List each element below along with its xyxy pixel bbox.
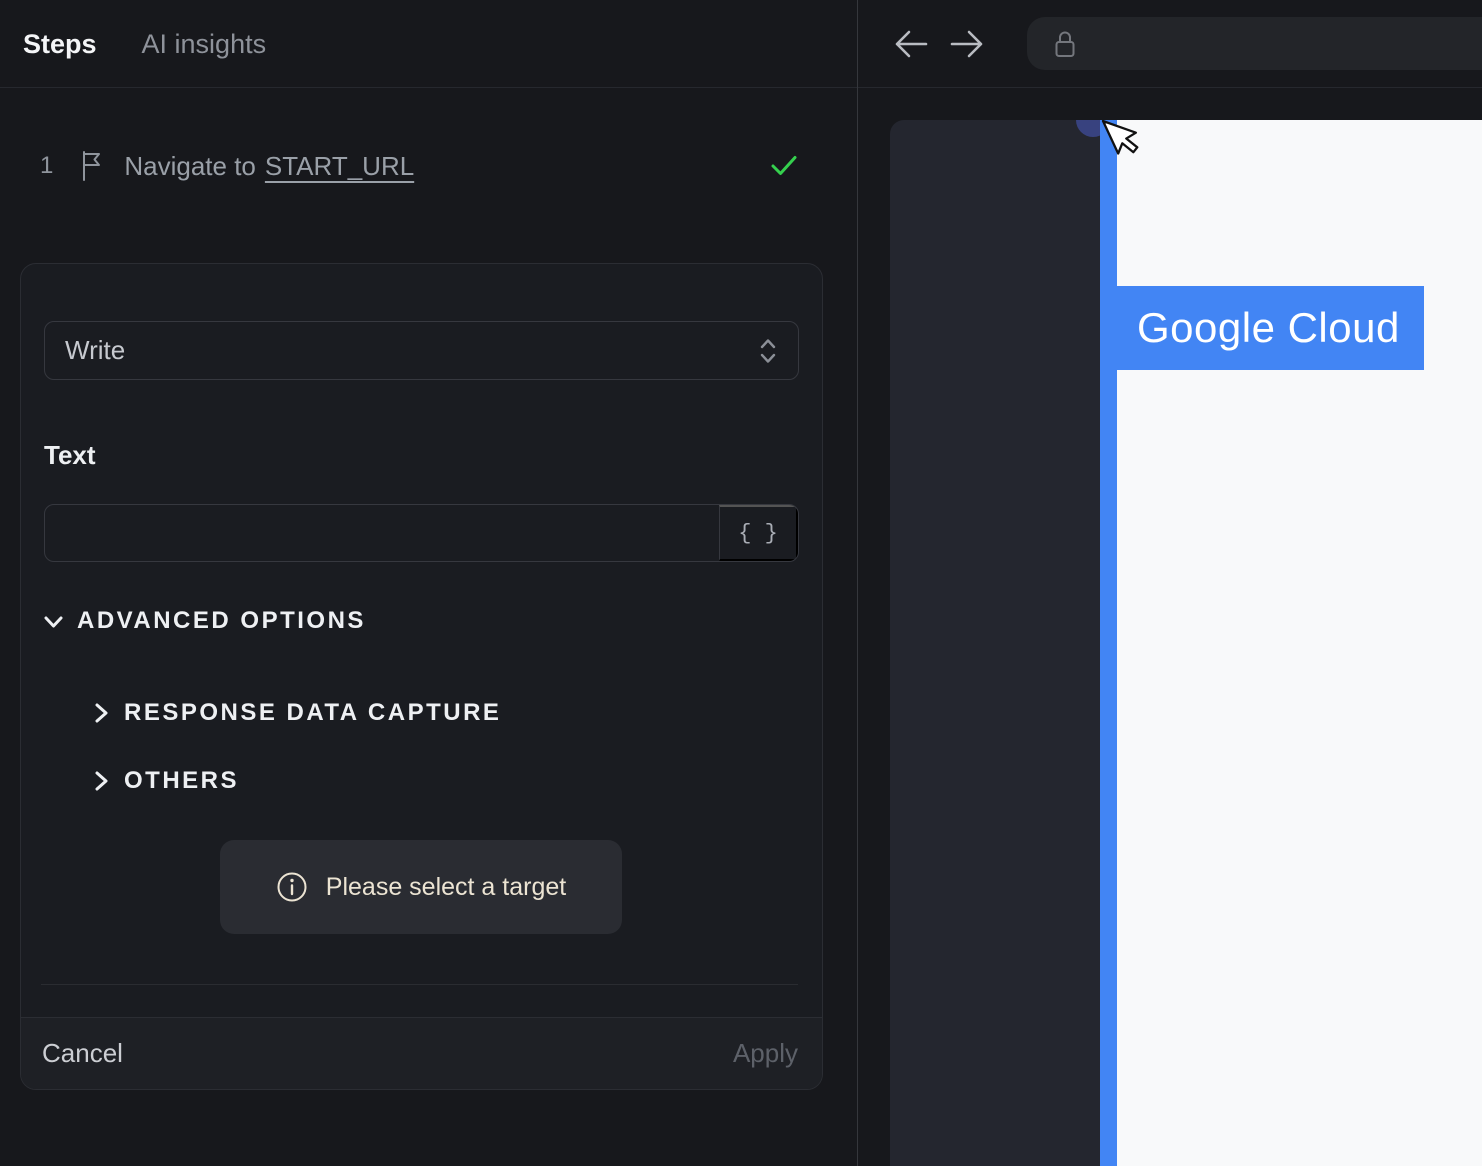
response-data-capture-toggle[interactable]: RESPONSE DATA CAPTURE	[91, 699, 501, 727]
select-target-notice: Please select a target	[220, 840, 622, 934]
step-editor-card: Write Text { } ADVANCED OPTIONS RESPONSE…	[20, 263, 823, 1090]
flag-icon	[80, 150, 103, 182]
browser-forward-button[interactable]	[949, 28, 985, 60]
advanced-options-label: ADVANCED OPTIONS	[77, 607, 366, 634]
advanced-options-toggle[interactable]: ADVANCED OPTIONS	[42, 607, 366, 635]
lock-icon	[1055, 31, 1075, 57]
apply-button[interactable]: Apply	[733, 1038, 798, 1069]
preview-blue-stripe	[1100, 120, 1117, 1166]
address-bar[interactable]	[1027, 17, 1482, 70]
action-type-select[interactable]: Write	[44, 321, 799, 380]
others-label: OTHERS	[124, 767, 240, 794]
others-toggle[interactable]: OTHERS	[91, 767, 239, 795]
response-data-capture-label: RESPONSE DATA CAPTURE	[124, 699, 502, 726]
top-bar: Steps AI insights	[0, 0, 1482, 88]
footer-divider	[41, 984, 798, 985]
text-input[interactable]	[45, 505, 719, 561]
preview-page[interactable]	[1117, 120, 1482, 1166]
insert-variable-button[interactable]: { }	[719, 505, 798, 561]
notice-message: Please select a target	[325, 872, 567, 901]
browser-back-button[interactable]	[893, 28, 929, 60]
tab-ai-insights[interactable]: AI insights	[142, 29, 267, 60]
text-input-group: { }	[44, 504, 799, 562]
step-number: 1	[40, 152, 54, 179]
chevron-right-icon	[95, 771, 108, 791]
step-success-check-icon	[770, 154, 798, 178]
editor-footer: Cancel Apply	[21, 1017, 822, 1089]
step-row[interactable]: 1 Navigate to START_URL	[0, 138, 857, 194]
cancel-button[interactable]: Cancel	[42, 1038, 123, 1069]
chevron-down-icon	[44, 616, 63, 627]
tab-steps[interactable]: Steps	[23, 29, 97, 60]
text-field-label: Text	[44, 440, 96, 470]
step-label: Navigate to	[124, 150, 256, 181]
panel-divider	[857, 0, 858, 1166]
info-icon	[277, 872, 307, 902]
action-type-value: Write	[65, 335, 126, 365]
browser-preview[interactable]: Google Cloud	[890, 120, 1482, 1166]
panel-tabs: Steps AI insights	[23, 0, 266, 88]
brand-label: Google Cloud	[1137, 304, 1400, 351]
chevron-right-icon	[95, 703, 108, 723]
brand-banner[interactable]: Google Cloud	[1100, 286, 1424, 370]
step-target-link[interactable]: START_URL	[265, 151, 414, 182]
arrow-left-icon	[895, 30, 928, 58]
arrow-right-icon	[950, 30, 983, 58]
chevron-up-down-icon	[760, 338, 776, 363]
